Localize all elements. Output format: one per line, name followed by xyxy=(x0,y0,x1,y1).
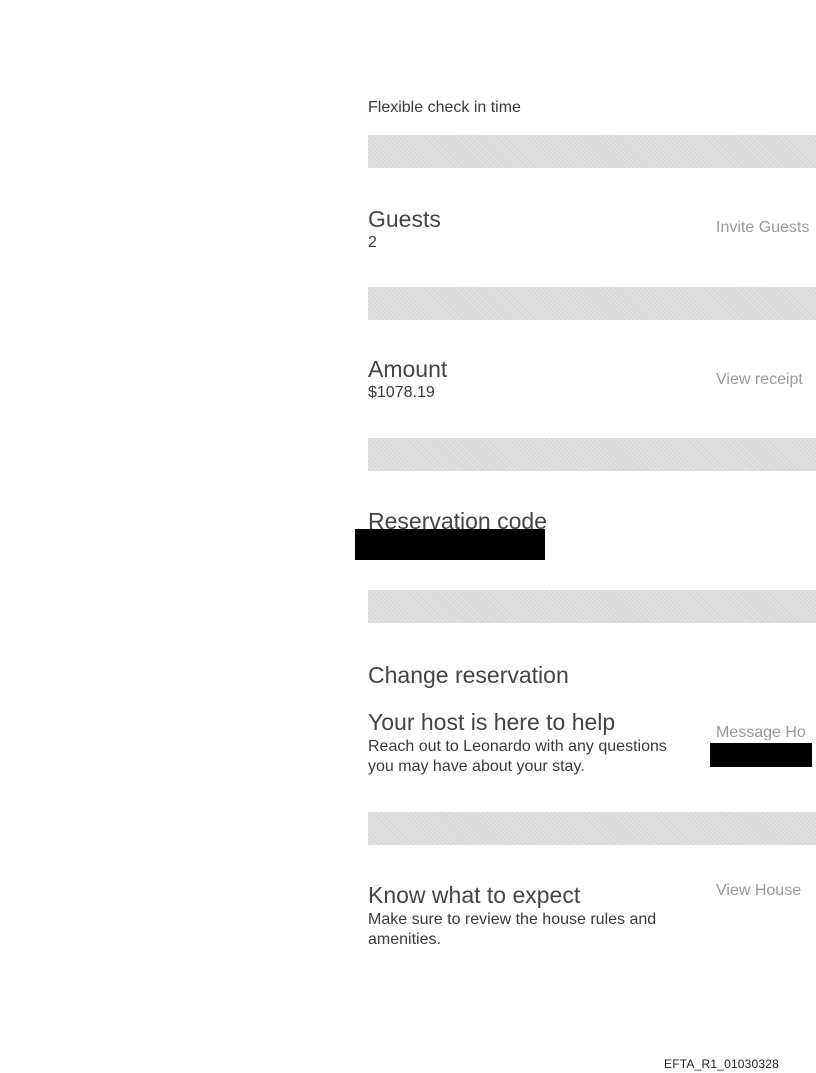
section-divider xyxy=(368,590,816,623)
view-house-rules-link[interactable]: View House xyxy=(716,882,816,900)
invite-guests-link[interactable]: Invite Guests xyxy=(716,219,816,237)
host-help-desc-line2: you may have about your stay. xyxy=(368,758,585,775)
amount-value: $1078.19 xyxy=(368,384,435,401)
checkin-text: Flexible check in time xyxy=(368,99,521,116)
expect-heading: Know what to expect xyxy=(368,882,581,908)
amount-heading: Amount xyxy=(368,356,448,382)
message-host-link[interactable]: Message Ho xyxy=(716,724,816,742)
section-divider xyxy=(368,287,816,320)
document-id: EFTA_R1_01030328 xyxy=(664,1057,780,1071)
section-divider xyxy=(368,812,816,845)
host-help-desc-line1: Reach out to Leonardo with any questions xyxy=(368,738,667,755)
expect-desc-line2: amenities. xyxy=(368,931,441,948)
guests-heading: Guests xyxy=(368,206,441,232)
section-divider xyxy=(368,135,816,168)
host-name-redaction xyxy=(710,743,812,767)
reservation-code-redaction xyxy=(355,529,545,560)
expect-desc-line1: Make sure to review the house rules and xyxy=(368,911,657,928)
host-help-heading: Your host is here to help xyxy=(368,709,616,735)
change-reservation-link[interactable]: Change reservation xyxy=(368,662,569,688)
view-receipt-link[interactable]: View receipt xyxy=(716,371,816,389)
section-divider xyxy=(368,438,816,471)
guests-count: 2 xyxy=(368,234,377,251)
